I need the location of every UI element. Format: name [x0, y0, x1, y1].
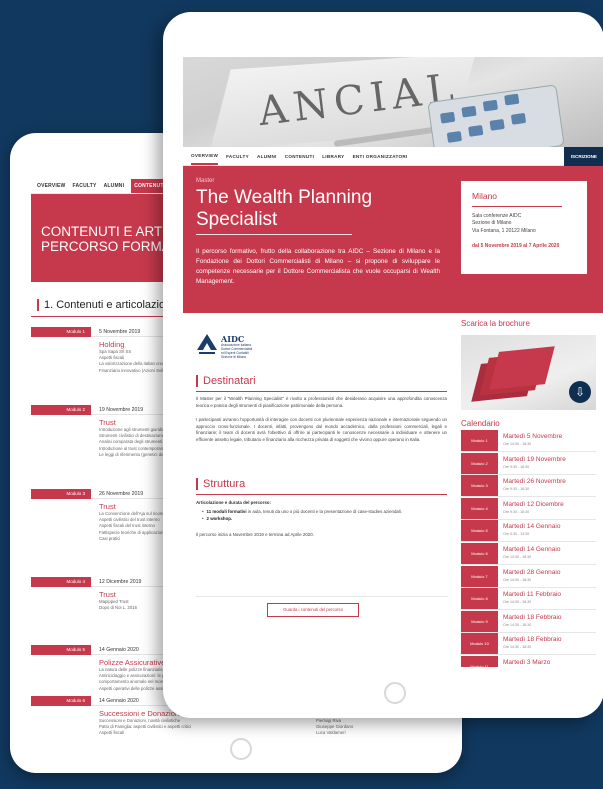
calendar-row[interactable]: Modulo 5 Martedì 14 Gennaio Ore 9:30 - 13:… [461, 520, 596, 543]
calendar-row[interactable]: Modulo 3 Martedì 26 Novembre Ore 9:30 - 18… [461, 475, 596, 498]
calendar-date[interactable]: Martedì 18 Febbraio [503, 636, 562, 644]
module-tag: Modulo 4 [31, 577, 91, 587]
calendar-module-tag: Modulo 3 [461, 475, 498, 497]
calendar-date[interactable]: Martedì 19 Novembre [503, 456, 566, 464]
front-tablet: ANCIAL OVERVIEW FACULTY ALUMNI CONTENUTI… [163, 12, 603, 718]
calendar-module-tag: Modulo 7 [461, 565, 498, 587]
calendar-date[interactable]: Martedì 14 Gennaio [503, 523, 560, 531]
back-nav-alumni[interactable]: ALUMNI [104, 183, 125, 189]
calendar-date[interactable]: Martedì 5 Novembre [503, 433, 562, 441]
nav-contenuti[interactable]: CONTENUTI [285, 154, 315, 159]
location-line: Sezione di Milano [472, 220, 512, 227]
back-nav-faculty[interactable]: FACULTY [72, 183, 96, 189]
calendar-title: Calendario [461, 419, 500, 428]
calendar-row[interactable]: Modulo 11Martedì 3 MarzoOre 14:30 - 18:3… [461, 656, 596, 667]
main-content: AIDC Associazione Italiana Dottori Comme… [183, 313, 603, 667]
calendar-module-tag: Modulo 6 [461, 543, 498, 564]
calendar-hours: Ore 14:30 - 18:30 [503, 645, 532, 650]
nav-library[interactable]: LIBRARY [322, 154, 344, 159]
brochure-title: Scarica la brochure [461, 319, 530, 328]
nav-overview[interactable]: OVERVIEW [191, 147, 219, 165]
calendar-module-tag: Modulo 1 [461, 430, 498, 451]
module-tag: Modulo 5 [31, 645, 91, 655]
iscrizione-button[interactable]: ISCRIZIONE [563, 147, 603, 166]
calendar-hours: Ore 14:30 - 18:30 [503, 555, 532, 559]
hero-title: The Wealth Planning Specialist [196, 187, 373, 230]
docente-name: Luca Valdameri [316, 730, 346, 736]
hero-description: Il percorso formativo, frutto della coll… [196, 248, 440, 285]
module-tag: Modulo 2 [31, 405, 91, 415]
calendar-hours: Ore 9:30 - 18:30 [503, 509, 530, 514]
destinatari-heading: Destinatari [196, 375, 256, 387]
calendar-module-tag: Modulo 5 [461, 520, 498, 542]
calendar-row[interactable]: Modulo 4 Martedì 12 Dicembre Ore 9:30 - 18… [461, 497, 596, 520]
calendar-module-tag: Modulo 9 [461, 610, 498, 632]
calendar-module-tag: Modulo 4 [461, 497, 498, 519]
hero-kicker: Master [196, 178, 215, 184]
calendar-date[interactable]: Martedì 3 Marzo [503, 659, 550, 667]
calendar-hours: Ore 14:30 - 18:30 [503, 442, 532, 446]
location-line: Sala conferenze AIDC [472, 213, 522, 219]
calendar-hours: Ore 14:30 - 18:30 [503, 577, 532, 582]
calendar-date[interactable]: Martedì 12 Dicembre [503, 501, 564, 509]
calendar-module-tag: Modulo 10 [461, 633, 498, 655]
destinatari-paragraph: Il Master per il "Wealth Planning Specia… [196, 396, 447, 408]
hero-section: Master The Wealth Planning Specialist Il… [183, 166, 603, 313]
module-tag: Modulo 1 [31, 327, 91, 337]
module-tag: Modulo 3 [31, 489, 91, 499]
brochure-image[interactable]: ⇩ [461, 335, 596, 410]
module-tag: Modulo 6 [31, 696, 91, 706]
aidc-logo: AIDC Associazione Italiana Dottori Comme… [196, 333, 306, 359]
main-nav: OVERVIEW FACULTY ALUMNI CONTENUTI LIBRAR… [183, 147, 603, 166]
nav-faculty[interactable]: FACULTY [226, 154, 249, 159]
calendar-date[interactable]: Martedì 18 Febbraio [503, 614, 562, 622]
struttura-intro: Articolazione e durata del percorso: [196, 500, 271, 505]
aidc-logo-icon [197, 334, 217, 354]
back-home-button[interactable] [230, 738, 252, 760]
download-icon[interactable]: ⇩ [569, 381, 591, 403]
calendar-hours: Ore 9:30 - 13:30 [503, 532, 530, 537]
calendar-date[interactable]: Martedì 14 Gennaio [503, 546, 560, 554]
calendar-hours: Ore 14:30 - 18:30 [503, 622, 532, 627]
location-card: Milano Sala conferenze AIDC Sezione di M… [461, 181, 587, 274]
module-line: Aspetti fiscali [99, 730, 125, 736]
view-contents-button[interactable]: Guarda i contenuti del percorso [267, 603, 359, 617]
calendar-row[interactable]: Modulo 7 Martedì 28 Gennaio Ore 14:30 - 18… [461, 565, 596, 588]
front-tablet-screen: ANCIAL OVERVIEW FACULTY ALUMNI CONTENUTI… [183, 57, 603, 667]
struttura-note: Il percorso inizia a Novembre 2019 e ter… [196, 532, 314, 537]
calendar-row[interactable]: Modulo 9 Martedì 18 Febbraio Ore 14:30 - 1… [461, 610, 596, 633]
calendar-hours: Ore 9:30 - 18:30 [503, 487, 530, 492]
struttura-bullets: 11 moduli formativi in aula, tenuti da u… [202, 508, 447, 522]
calendar-row[interactable]: Modulo 2 Martedì 19 Novembre Ore 9:30 - 18… [461, 452, 596, 475]
calendar-module-tag: Modulo 8 [461, 588, 498, 610]
back-nav-overview[interactable]: OVERVIEW [37, 183, 65, 189]
front-home-button[interactable] [384, 682, 406, 704]
location-city: Milano [472, 191, 498, 201]
destinatari-paragraph: I partecipanti avranno l'opportunità di … [196, 417, 447, 443]
logo-subtitle: Associazione Italiana Dottori Commercial… [221, 343, 253, 359]
calendar-row[interactable]: Modulo 8 Martedì 11 Febbraio Ore 14:30 - 1… [461, 588, 596, 611]
calendar-hours: Ore 14:30 - 18:30 [503, 600, 532, 605]
calendar-hours: Ore 9:30 - 18:30 [503, 464, 530, 469]
nav-alumni[interactable]: ALUMNI [257, 154, 277, 159]
calendar-date[interactable]: Martedì 11 Febbraio [503, 591, 561, 599]
struttura-heading: Struttura [196, 478, 245, 490]
location-dates: dal 5 Novembre 2019 al 7 Aprile 2020 [472, 243, 560, 250]
calendar-module-tag: Modulo 11 [461, 656, 498, 667]
calendar-date[interactable]: Martedì 26 Novembre [503, 478, 566, 486]
calendar-row[interactable]: Modulo 1 Martedì 5 Novembre Ore 14:30 - 18… [461, 430, 596, 452]
calendar-module-tag: Modulo 2 [461, 452, 498, 474]
nav-enti-organizzatori[interactable]: ENTI ORGANIZZATORI [353, 154, 408, 159]
calendar-row[interactable]: Modulo 6 Martedì 14 Gennaio Ore 14:30 - 18… [461, 543, 596, 565]
hero-photo: ANCIAL [183, 57, 603, 147]
calendar-row[interactable]: Modulo 10 Martedì 18 Febbraio Ore 14:30 - … [461, 633, 596, 656]
calendar-date[interactable]: Martedì 28 Gennaio [503, 569, 560, 577]
location-line: Via Fontana, 1 20122 Milano [472, 227, 536, 234]
